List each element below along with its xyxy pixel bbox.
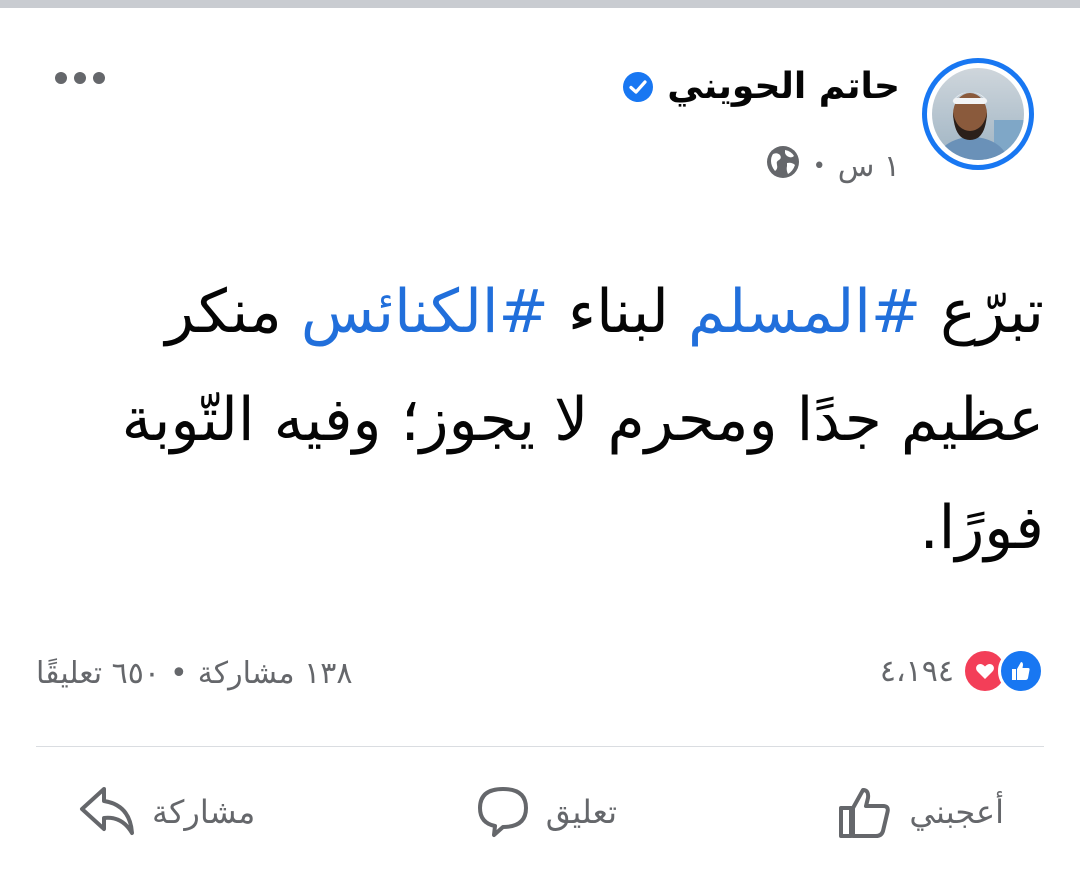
post-timestamp[interactable]: ١ س: [838, 149, 900, 184]
share-arrow-icon: [76, 783, 138, 841]
like-button[interactable]: أعجبني: [795, 782, 1044, 842]
action-bar: أعجبني تعليق مشاركة: [36, 770, 1044, 854]
globe-icon[interactable]: [765, 144, 801, 188]
author-name[interactable]: حاتم الحويني: [667, 66, 900, 107]
reactions-count: ٤،١٩٤: [879, 653, 954, 689]
counts-separator: •: [170, 656, 188, 691]
author-avatar[interactable]: [922, 58, 1034, 170]
engagement-counts: ٦٥٠ تعليقًا • ١٣٨ مشاركة: [36, 656, 352, 691]
reactions-summary[interactable]: ٤،١٩٤: [880, 648, 1044, 694]
thumbs-up-icon: [835, 782, 895, 842]
comment-bubble-icon: [474, 783, 532, 841]
more-options-button[interactable]: [52, 64, 108, 92]
post-body: تبرّع #المسلم لبناء #الكنائس منكر عظيم ج…: [84, 258, 1044, 582]
like-reaction-icon: [998, 648, 1044, 694]
comment-label: تعليق: [545, 793, 617, 831]
more-options-icon: [55, 72, 105, 84]
share-label: مشاركة: [152, 793, 256, 831]
comment-button[interactable]: تعليق: [434, 783, 657, 841]
top-border: [0, 0, 1080, 8]
post-text-segment: لبناء: [548, 277, 688, 347]
hashtag-link[interactable]: #المسلم: [688, 277, 921, 347]
shares-count[interactable]: ١٣٨ مشاركة: [198, 656, 353, 691]
divider: [36, 746, 1044, 747]
post-meta: ١ س •: [765, 144, 900, 188]
post-text-segment: تبرّع: [921, 277, 1044, 347]
author-row: حاتم الحويني: [621, 66, 900, 107]
meta-separator: •: [812, 153, 826, 179]
share-button[interactable]: مشاركة: [36, 783, 295, 841]
post-stats: ٤،١٩٤ ٦٥٠ تعليقًا • ١٣٨ مشاركة: [36, 648, 1044, 704]
like-label: أعجبني: [909, 793, 1004, 831]
reaction-icons: [962, 648, 1044, 694]
post-card: حاتم الحويني ١ س • تبرّع #المسلم لبناء #…: [0, 8, 1080, 872]
hashtag-link[interactable]: #الكنائس: [301, 277, 549, 347]
avatar-photo: [932, 68, 1024, 160]
comments-count[interactable]: ٦٥٠ تعليقًا: [36, 656, 160, 691]
verified-badge-icon: [621, 70, 655, 104]
